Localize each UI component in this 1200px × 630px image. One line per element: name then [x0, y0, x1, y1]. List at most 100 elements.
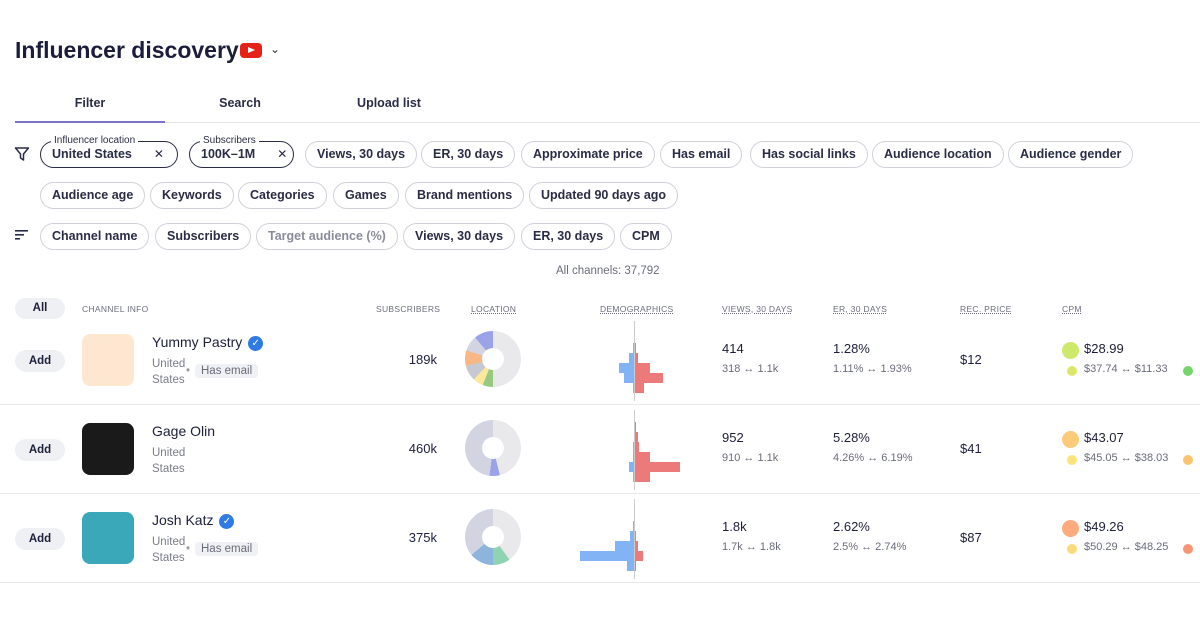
sort-chip[interactable]: Subscribers — [155, 223, 252, 250]
female-bar — [635, 373, 663, 383]
filter-subscribers[interactable]: Subscribers 100K–1M ✕ — [189, 134, 294, 168]
channel-name-text: Gage Olin — [152, 423, 216, 439]
chip-label: Influencer location — [51, 134, 139, 147]
filter-chip[interactable]: Audience location — [872, 141, 1004, 168]
cpm-high-dot — [1183, 544, 1193, 554]
er-value: 2.62% — [833, 519, 870, 534]
cpm-low-dot — [1067, 455, 1077, 465]
cpm-indicator — [1062, 431, 1079, 448]
channel-name-text: Yummy Pastry — [152, 334, 243, 350]
subscribers-value: 460k — [408, 441, 437, 456]
views-range: 1.7k ↔ 1.8k — [722, 541, 781, 553]
male-bar — [632, 452, 634, 462]
chip-value: United States — [52, 147, 132, 161]
chip-value: 100K–1M — [201, 147, 256, 161]
filter-chip[interactable]: Views, 30 days — [305, 141, 418, 168]
male-bar — [632, 472, 634, 482]
channel-location: United States — [152, 447, 186, 475]
cpm-low-dot — [1067, 366, 1077, 376]
header-location[interactable]: LOCATION — [471, 304, 516, 314]
cpm-value: $49.26 — [1084, 519, 1124, 534]
female-bar — [635, 442, 639, 452]
demographics-pyramid[interactable] — [580, 499, 685, 579]
channel-name[interactable]: Josh Katz ✓ — [152, 512, 235, 529]
male-bar — [630, 531, 634, 541]
filter-chip[interactable]: Categories — [238, 182, 327, 209]
youtube-icon[interactable] — [240, 43, 262, 58]
cpm-range: $45.05 ↔ $38.03 — [1084, 452, 1169, 464]
demographics-pyramid[interactable] — [585, 321, 685, 401]
filter-chip[interactable]: Has email — [660, 141, 743, 168]
page-title: Influencer discovery — [15, 37, 239, 63]
chevron-down-icon[interactable]: ⌄ — [270, 42, 280, 56]
filter-chip[interactable]: ER, 30 days — [421, 141, 516, 168]
filter-chip[interactable]: Has social links — [750, 141, 868, 168]
channel-name[interactable]: Gage Olin — [152, 423, 215, 439]
table-row: Add Gage Olin United States 460k 952 910… — [0, 405, 1200, 494]
header-rec-price[interactable]: REC. PRICE — [960, 304, 1012, 314]
rec-price: $87 — [960, 530, 982, 545]
male-bar — [619, 363, 634, 373]
avatar[interactable] — [82, 512, 134, 564]
er-value: 5.28% — [833, 430, 870, 445]
sort-chip[interactable]: ER, 30 days — [521, 223, 616, 250]
close-icon[interactable]: ✕ — [277, 147, 287, 161]
sort-chip[interactable]: CPM — [620, 223, 672, 250]
avatar[interactable] — [82, 334, 134, 386]
female-bar — [635, 452, 650, 462]
tab-search[interactable]: Search — [165, 96, 315, 123]
has-email-badge: Has email — [186, 364, 259, 378]
views-value: 1.8k — [722, 519, 747, 534]
female-bar — [635, 343, 637, 353]
filter-chip[interactable]: Audience gender — [1008, 141, 1134, 168]
tab-filter[interactable]: Filter — [15, 96, 165, 123]
total-count: All channels: 37,792 — [556, 265, 660, 277]
channel-name-text: Josh Katz — [152, 512, 214, 528]
rec-price: $41 — [960, 441, 982, 456]
location-donut[interactable] — [465, 509, 521, 565]
female-bar — [635, 363, 650, 373]
tabs: Filter Search Upload list — [15, 96, 1200, 123]
cpm-value: $43.07 — [1084, 430, 1124, 445]
filter-chip[interactable]: Keywords — [150, 182, 234, 209]
sort-icon[interactable] — [15, 229, 29, 241]
sort-chip[interactable]: Views, 30 days — [403, 223, 516, 250]
sort-chip[interactable]: Target audience (%) — [256, 223, 398, 250]
female-bar — [635, 541, 638, 551]
location-donut[interactable] — [465, 420, 521, 476]
male-bar — [629, 462, 634, 472]
sort-chip[interactable]: Channel name — [40, 223, 150, 250]
add-button[interactable]: Add — [15, 350, 65, 372]
cpm-high-dot — [1183, 366, 1193, 376]
filter-chip[interactable]: Approximate price — [521, 141, 655, 168]
header-demographics[interactable]: DEMOGRAPHICS — [600, 304, 674, 314]
views-range: 318 ↔ 1.1k — [722, 363, 779, 375]
filter-chip[interactable]: Audience age — [40, 182, 146, 209]
male-bar — [629, 353, 634, 363]
add-button[interactable]: Add — [15, 439, 65, 461]
header-cpm[interactable]: CPM — [1062, 304, 1082, 314]
channel-name[interactable]: Yummy Pastry ✓ — [152, 334, 264, 351]
demographics-pyramid[interactable] — [585, 410, 685, 490]
filter-icon — [14, 147, 30, 161]
male-bar — [632, 343, 634, 353]
filter-influencer-location[interactable]: Influencer location United States ✕ — [40, 134, 178, 168]
location-donut[interactable] — [465, 331, 521, 387]
filter-chip[interactable]: Games — [333, 182, 399, 209]
filter-chip[interactable]: Updated 90 days ago — [529, 182, 679, 209]
add-button[interactable]: Add — [15, 528, 65, 550]
er-range: 2.5% ↔ 2.74% — [833, 541, 907, 553]
chip-label: Subscribers — [200, 134, 259, 147]
cpm-indicator — [1062, 342, 1079, 359]
header-subscribers[interactable]: SUBSCRIBERS — [376, 304, 440, 314]
avatar[interactable] — [82, 423, 134, 475]
female-bar — [635, 472, 650, 482]
cpm-low-dot — [1067, 544, 1077, 554]
header-views[interactable]: VIEWS, 30 DAYS — [722, 304, 793, 314]
tab-upload-list[interactable]: Upload list — [314, 96, 464, 123]
table-row: Add Josh Katz✓ United States Has email 3… — [0, 494, 1200, 583]
header-er[interactable]: ER, 30 DAYS — [833, 304, 887, 314]
views-range: 910 ↔ 1.1k — [722, 452, 779, 464]
close-icon[interactable]: ✕ — [154, 147, 164, 161]
filter-chip[interactable]: Brand mentions — [405, 182, 525, 209]
